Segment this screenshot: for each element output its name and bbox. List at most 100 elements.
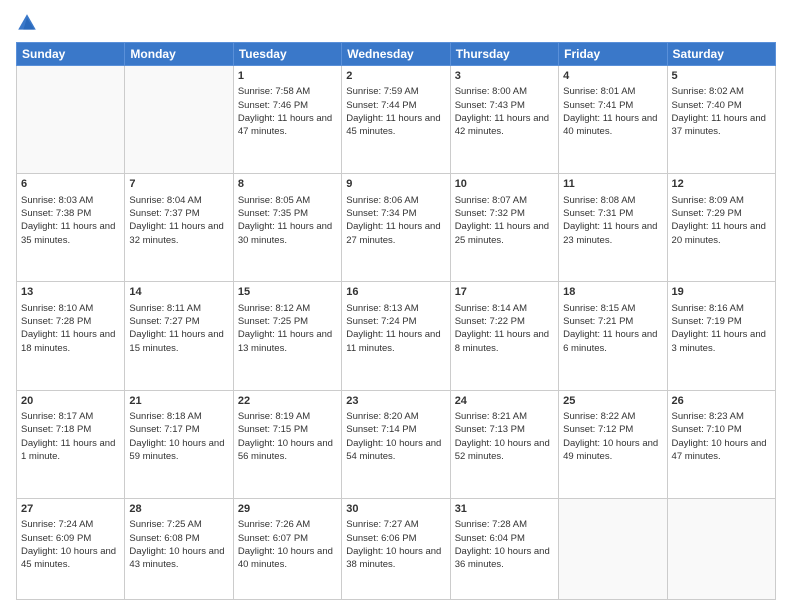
calendar-cell: 15 Sunrise: 8:12 AM Sunset: 7:25 PM Dayli… (233, 282, 341, 390)
day-info: Sunrise: 8:02 AM Sunset: 7:40 PM Dayligh… (672, 85, 771, 138)
calendar-cell: 21Sunrise: 8:18 AM Sunset: 7:17 PM Dayli… (125, 390, 233, 498)
calendar-cell: 3Sunrise: 8:00 AM Sunset: 7:43 PM Daylig… (450, 66, 558, 174)
day-info: Sunrise: 7:25 AM Sunset: 6:08 PM Dayligh… (129, 518, 228, 571)
calendar-cell: 7 Sunrise: 8:04 AM Sunset: 7:37 PM Daylig… (125, 174, 233, 282)
day-info: Sunrise: 8:15 AM Sunset: 7:21 PM Dayligh… (563, 302, 662, 355)
day-number: 4 (563, 69, 662, 84)
day-info: Sunrise: 8:08 AM Sunset: 7:31 PM Dayligh… (563, 194, 662, 247)
day-info: Sunrise: 7:28 AM Sunset: 6:04 PM Dayligh… (455, 518, 554, 571)
calendar-cell: 31Sunrise: 7:28 AM Sunset: 6:04 PM Dayli… (450, 498, 558, 599)
calendar-cell (17, 66, 125, 174)
day-info: Sunrise: 8:01 AM Sunset: 7:41 PM Dayligh… (563, 85, 662, 138)
column-header-wednesday: Wednesday (342, 43, 450, 66)
calendar-cell: 5Sunrise: 8:02 AM Sunset: 7:40 PM Daylig… (667, 66, 775, 174)
day-number: 3 (455, 69, 554, 84)
day-info: Sunrise: 7:58 AM Sunset: 7:46 PM Dayligh… (238, 85, 337, 138)
day-number: 11 (563, 177, 662, 192)
page: SundayMondayTuesdayWednesdayThursdayFrid… (0, 0, 792, 612)
calendar-cell: 17Sunrise: 8:14 AM Sunset: 7:22 PM Dayli… (450, 282, 558, 390)
day-number: 29 (238, 502, 337, 517)
calendar-week-2: 6 Sunrise: 8:03 AM Sunset: 7:38 PM Daylig… (17, 174, 776, 282)
day-info: Sunrise: 8:00 AM Sunset: 7:43 PM Dayligh… (455, 85, 554, 138)
day-info: Sunrise: 8:22 AM Sunset: 7:12 PM Dayligh… (563, 410, 662, 463)
day-number: 10 (455, 177, 554, 192)
day-number: 13 (21, 285, 120, 300)
day-info: Sunrise: 8:18 AM Sunset: 7:17 PM Dayligh… (129, 410, 228, 463)
day-info: Sunrise: 8:11 AM Sunset: 7:27 PM Dayligh… (129, 302, 228, 355)
calendar-cell: 18 Sunrise: 8:15 AM Sunset: 7:21 PM Dayli… (559, 282, 667, 390)
day-number: 27 (21, 502, 120, 517)
day-info: Sunrise: 8:19 AM Sunset: 7:15 PM Dayligh… (238, 410, 337, 463)
day-info: Sunrise: 8:16 AM Sunset: 7:19 PM Dayligh… (672, 302, 771, 355)
calendar-cell: 25Sunrise: 8:22 AM Sunset: 7:12 PM Dayli… (559, 390, 667, 498)
calendar-cell: 16 Sunrise: 8:13 AM Sunset: 7:24 PM Dayli… (342, 282, 450, 390)
day-number: 8 (238, 177, 337, 192)
calendar-week-3: 13 Sunrise: 8:10 AM Sunset: 7:28 PM Dayli… (17, 282, 776, 390)
day-number: 22 (238, 394, 337, 409)
day-info: Sunrise: 8:17 AM Sunset: 7:18 PM Dayligh… (21, 410, 120, 463)
day-number: 15 (238, 285, 337, 300)
calendar-cell: 20Sunrise: 8:17 AM Sunset: 7:18 PM Dayli… (17, 390, 125, 498)
calendar-cell: 26Sunrise: 8:23 AM Sunset: 7:10 PM Dayli… (667, 390, 775, 498)
day-number: 12 (672, 177, 771, 192)
calendar-cell: 28Sunrise: 7:25 AM Sunset: 6:08 PM Dayli… (125, 498, 233, 599)
day-info: Sunrise: 7:24 AM Sunset: 6:09 PM Dayligh… (21, 518, 120, 571)
day-number: 9 (346, 177, 445, 192)
column-header-friday: Friday (559, 43, 667, 66)
calendar-week-5: 27Sunrise: 7:24 AM Sunset: 6:09 PM Dayli… (17, 498, 776, 599)
calendar-cell: 4Sunrise: 8:01 AM Sunset: 7:41 PM Daylig… (559, 66, 667, 174)
logo-icon (16, 12, 38, 34)
calendar-cell: 11 Sunrise: 8:08 AM Sunset: 7:31 PM Dayli… (559, 174, 667, 282)
calendar-cell: 10 Sunrise: 8:07 AM Sunset: 7:32 PM Dayli… (450, 174, 558, 282)
day-info: Sunrise: 8:12 AM Sunset: 7:25 PM Dayligh… (238, 302, 337, 355)
calendar-table: SundayMondayTuesdayWednesdayThursdayFrid… (16, 42, 776, 600)
day-info: Sunrise: 8:10 AM Sunset: 7:28 PM Dayligh… (21, 302, 120, 355)
day-number: 30 (346, 502, 445, 517)
day-number: 19 (672, 285, 771, 300)
day-number: 6 (21, 177, 120, 192)
day-number: 16 (346, 285, 445, 300)
calendar-cell: 27Sunrise: 7:24 AM Sunset: 6:09 PM Dayli… (17, 498, 125, 599)
column-header-tuesday: Tuesday (233, 43, 341, 66)
day-number: 26 (672, 394, 771, 409)
day-number: 2 (346, 69, 445, 84)
day-number: 20 (21, 394, 120, 409)
calendar-cell: 9Sunrise: 8:06 AM Sunset: 7:34 PM Daylig… (342, 174, 450, 282)
calendar-cell: 1Sunrise: 7:58 AM Sunset: 7:46 PM Daylig… (233, 66, 341, 174)
calendar-week-1: 1Sunrise: 7:58 AM Sunset: 7:46 PM Daylig… (17, 66, 776, 174)
day-number: 5 (672, 69, 771, 84)
calendar-header-row: SundayMondayTuesdayWednesdayThursdayFrid… (17, 43, 776, 66)
day-info: Sunrise: 7:27 AM Sunset: 6:06 PM Dayligh… (346, 518, 445, 571)
calendar-cell (125, 66, 233, 174)
calendar-cell: 13 Sunrise: 8:10 AM Sunset: 7:28 PM Dayli… (17, 282, 125, 390)
calendar-cell (559, 498, 667, 599)
day-info: Sunrise: 8:13 AM Sunset: 7:24 PM Dayligh… (346, 302, 445, 355)
column-header-sunday: Sunday (17, 43, 125, 66)
day-info: Sunrise: 8:09 AM Sunset: 7:29 PM Dayligh… (672, 194, 771, 247)
calendar-cell: 30Sunrise: 7:27 AM Sunset: 6:06 PM Dayli… (342, 498, 450, 599)
day-info: Sunrise: 8:20 AM Sunset: 7:14 PM Dayligh… (346, 410, 445, 463)
day-info: Sunrise: 8:03 AM Sunset: 7:38 PM Dayligh… (21, 194, 120, 247)
day-number: 21 (129, 394, 228, 409)
day-number: 25 (563, 394, 662, 409)
header (16, 12, 776, 34)
day-info: Sunrise: 7:59 AM Sunset: 7:44 PM Dayligh… (346, 85, 445, 138)
day-info: Sunrise: 8:14 AM Sunset: 7:22 PM Dayligh… (455, 302, 554, 355)
day-info: Sunrise: 8:05 AM Sunset: 7:35 PM Dayligh… (238, 194, 337, 247)
logo (16, 12, 38, 34)
column-header-monday: Monday (125, 43, 233, 66)
day-number: 14 (129, 285, 228, 300)
day-number: 23 (346, 394, 445, 409)
column-header-saturday: Saturday (667, 43, 775, 66)
calendar-cell: 22Sunrise: 8:19 AM Sunset: 7:15 PM Dayli… (233, 390, 341, 498)
calendar-cell (667, 498, 775, 599)
calendar-cell: 8 Sunrise: 8:05 AM Sunset: 7:35 PM Daylig… (233, 174, 341, 282)
day-info: Sunrise: 8:21 AM Sunset: 7:13 PM Dayligh… (455, 410, 554, 463)
day-info: Sunrise: 8:07 AM Sunset: 7:32 PM Dayligh… (455, 194, 554, 247)
day-info: Sunrise: 8:04 AM Sunset: 7:37 PM Dayligh… (129, 194, 228, 247)
day-number: 7 (129, 177, 228, 192)
calendar-cell: 24Sunrise: 8:21 AM Sunset: 7:13 PM Dayli… (450, 390, 558, 498)
day-info: Sunrise: 8:23 AM Sunset: 7:10 PM Dayligh… (672, 410, 771, 463)
calendar-cell: 19 Sunrise: 8:16 AM Sunset: 7:19 PM Dayli… (667, 282, 775, 390)
day-number: 18 (563, 285, 662, 300)
